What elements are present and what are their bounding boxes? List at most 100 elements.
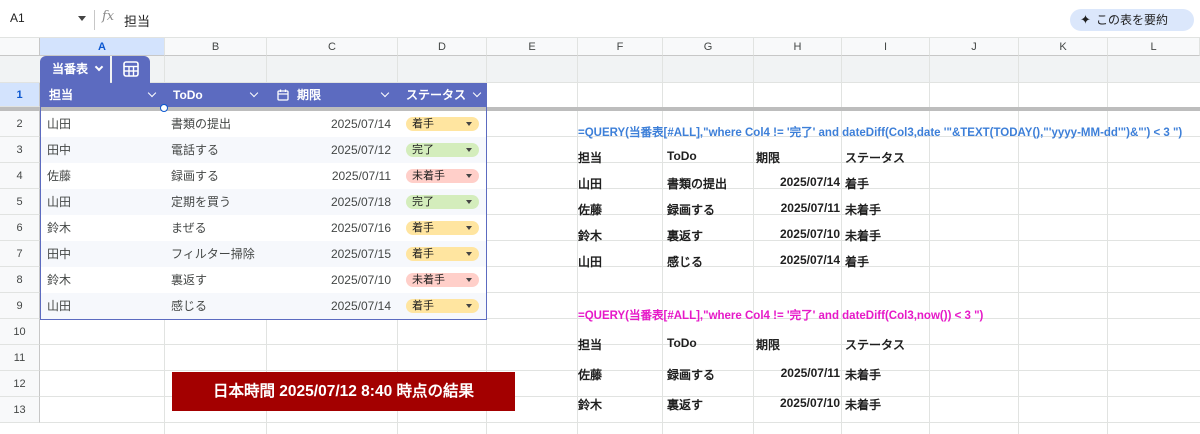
- chevron-down-icon[interactable]: [249, 88, 259, 98]
- status-chip[interactable]: 完了: [406, 195, 479, 209]
- table-view-button[interactable]: [112, 56, 150, 83]
- table-header-due[interactable]: 期限: [267, 83, 398, 107]
- column-header-a[interactable]: A: [40, 38, 165, 56]
- query-cell-todo[interactable]: 書類の提出: [667, 175, 753, 192]
- row-header-7[interactable]: 7: [0, 241, 40, 267]
- column-header-j[interactable]: J: [930, 38, 1019, 56]
- table-row[interactable]: 鈴木 まぜる 2025/07/16 着手: [41, 215, 486, 241]
- cell-due[interactable]: 2025/07/14: [281, 293, 391, 319]
- cell-todo[interactable]: 書類の提出: [171, 111, 271, 137]
- query-cell-status[interactable]: 未着手: [845, 396, 931, 413]
- status-chip[interactable]: 着手: [406, 247, 479, 261]
- query-cell-due[interactable]: 2025/07/10: [754, 396, 840, 410]
- row-header-13[interactable]: 13: [0, 397, 40, 423]
- query-cell-due[interactable]: 2025/07/11: [754, 366, 840, 380]
- query-cell-due[interactable]: 2025/07/11: [754, 201, 840, 215]
- status-chip[interactable]: 着手: [406, 117, 479, 131]
- query-cell-due[interactable]: 2025/07/14: [754, 253, 840, 267]
- query-cell-todo[interactable]: 裏返す: [667, 396, 753, 413]
- query-cell-status[interactable]: 未着手: [845, 201, 931, 218]
- query-cell-status[interactable]: 未着手: [845, 227, 931, 244]
- table-row[interactable]: 田中 フィルター掃除 2025/07/15 着手: [41, 241, 486, 267]
- column-header-g[interactable]: G: [663, 38, 754, 56]
- query-formula-1[interactable]: =QUERY(当番表[#ALL],"where Col4 != '完了' and…: [578, 124, 1182, 140]
- status-chip[interactable]: 着手: [406, 221, 479, 235]
- cell-due[interactable]: 2025/07/11: [281, 163, 391, 189]
- selection-handle[interactable]: [160, 104, 168, 112]
- cell-todo[interactable]: まぜる: [171, 215, 271, 241]
- table-header-status[interactable]: ステータス: [398, 83, 486, 107]
- row-header-9[interactable]: 9: [0, 293, 40, 319]
- query-cell-person[interactable]: 鈴木: [578, 396, 664, 413]
- cell-due[interactable]: 2025/07/18: [281, 189, 391, 215]
- query-cell-person[interactable]: 佐藤: [578, 201, 664, 218]
- table-name-chip[interactable]: 当番表: [40, 56, 110, 83]
- row-header-2[interactable]: 2: [0, 111, 40, 137]
- query-cell-todo[interactable]: 録画する: [667, 201, 753, 218]
- column-header-l[interactable]: L: [1108, 38, 1200, 56]
- cell-due[interactable]: 2025/07/15: [281, 241, 391, 267]
- table-header-todo[interactable]: ToDo: [165, 83, 267, 107]
- query-header-cell[interactable]: ToDo: [667, 336, 753, 350]
- query-formula-2[interactable]: =QUERY(当番表[#ALL],"where Col4 != '完了' and…: [578, 307, 983, 323]
- query-cell-status[interactable]: 着手: [845, 175, 931, 192]
- query-cell-todo[interactable]: 録画する: [667, 366, 753, 383]
- table-row[interactable]: 佐藤 録画する 2025/07/11 未着手: [41, 163, 486, 189]
- row-header-12[interactable]: 12: [0, 371, 40, 397]
- row-header-3[interactable]: 3: [0, 137, 40, 163]
- query-header-cell[interactable]: ステータス: [845, 336, 931, 353]
- table-header-person[interactable]: 担当: [41, 83, 165, 107]
- cell-due[interactable]: 2025/07/14: [281, 111, 391, 137]
- column-header-b[interactable]: B: [165, 38, 267, 56]
- column-header-c[interactable]: C: [267, 38, 398, 56]
- column-header-f[interactable]: F: [578, 38, 663, 56]
- query-header-cell[interactable]: ステータス: [845, 149, 931, 166]
- cell-due[interactable]: 2025/07/10: [281, 267, 391, 293]
- query-cell-status[interactable]: 未着手: [845, 366, 931, 383]
- query-header-cell[interactable]: 期限: [756, 149, 842, 166]
- row-header-5[interactable]: 5: [0, 189, 40, 215]
- cell-todo[interactable]: 録画する: [171, 163, 271, 189]
- row-header-11[interactable]: 11: [0, 345, 40, 371]
- query-cell-due[interactable]: 2025/07/10: [754, 227, 840, 241]
- column-header-k[interactable]: K: [1019, 38, 1108, 56]
- cell-todo[interactable]: 定期を買う: [171, 189, 271, 215]
- column-header-h[interactable]: H: [754, 38, 842, 56]
- cell-person[interactable]: 田中: [47, 241, 157, 267]
- table-row[interactable]: 山田 感じる 2025/07/14 着手: [41, 293, 486, 319]
- table-row[interactable]: 山田 書類の提出 2025/07/14 着手: [41, 111, 486, 137]
- status-chip[interactable]: 未着手: [406, 169, 479, 183]
- query-cell-todo[interactable]: 裏返す: [667, 227, 753, 244]
- chevron-down-icon[interactable]: [380, 88, 390, 98]
- table-row[interactable]: 田中 電話する 2025/07/12 完了: [41, 137, 486, 163]
- query-cell-person[interactable]: 鈴木: [578, 227, 664, 244]
- cell-person[interactable]: 田中: [47, 137, 157, 163]
- row-header-6[interactable]: 6: [0, 215, 40, 241]
- formula-input[interactable]: 担当: [124, 11, 150, 30]
- column-header-e[interactable]: E: [487, 38, 578, 56]
- query-header-cell[interactable]: 担当: [578, 336, 664, 353]
- table-row[interactable]: 鈴木 裏返す 2025/07/10 未着手: [41, 267, 486, 293]
- cell-todo[interactable]: 電話する: [171, 137, 271, 163]
- query-cell-person[interactable]: 山田: [578, 253, 664, 270]
- query-cell-todo[interactable]: 感じる: [667, 253, 753, 270]
- query-header-cell[interactable]: ToDo: [667, 149, 753, 163]
- status-chip[interactable]: 未着手: [406, 273, 479, 287]
- cell-due[interactable]: 2025/07/12: [281, 137, 391, 163]
- query-cell-due[interactable]: 2025/07/14: [754, 175, 840, 189]
- spreadsheet-grid[interactable]: ABCDEFGHIJKL 1 2 3 4 5 6 7 8 9 10 11 12 13 当番表 担当 To…: [0, 38, 1200, 434]
- query-cell-person[interactable]: 佐藤: [578, 366, 664, 383]
- query-cell-status[interactable]: 着手: [845, 253, 931, 270]
- cell-person[interactable]: 佐藤: [47, 163, 157, 189]
- name-box[interactable]: A1: [10, 11, 86, 29]
- query-header-cell[interactable]: 期限: [756, 336, 842, 353]
- chevron-down-icon[interactable]: [472, 88, 482, 98]
- cell-todo[interactable]: 感じる: [171, 293, 271, 319]
- row-header-4[interactable]: 4: [0, 163, 40, 189]
- query-cell-person[interactable]: 山田: [578, 175, 664, 192]
- cell-person[interactable]: 鈴木: [47, 267, 157, 293]
- row-header-1[interactable]: 1: [0, 83, 40, 107]
- chevron-down-icon[interactable]: [147, 88, 157, 98]
- summarize-table-button[interactable]: ✦ この表を要約: [1070, 9, 1194, 31]
- query-header-cell[interactable]: 担当: [578, 149, 664, 166]
